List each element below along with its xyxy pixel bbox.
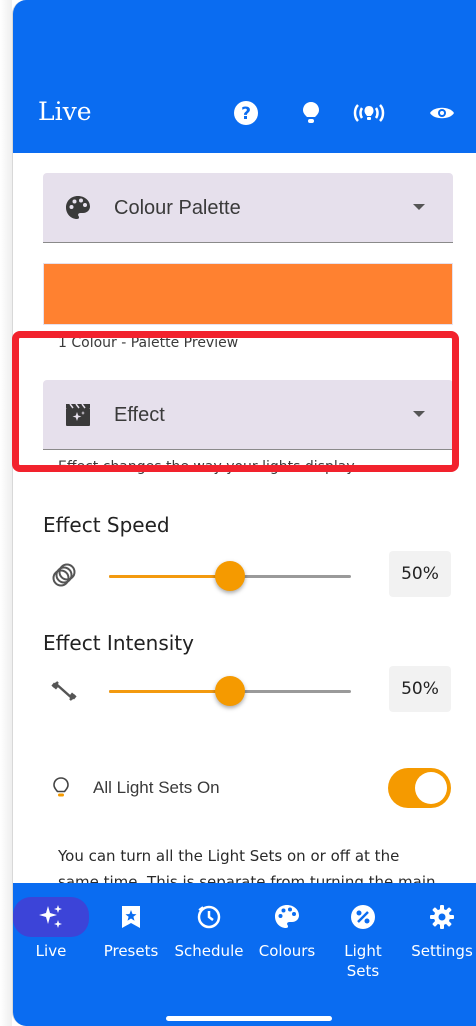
nav-label-presets: Presets <box>103 942 159 960</box>
home-indicator <box>166 1016 332 1021</box>
palette-preview-swatch <box>43 263 453 325</box>
nav-item-settings[interactable]: Settings <box>407 897 476 961</box>
nav-item-colours[interactable]: Colours <box>255 897 319 961</box>
nav-label-settings: Settings <box>411 942 473 960</box>
palette-icon <box>255 897 319 937</box>
app-header: Live ? <box>13 0 476 153</box>
bottom-nav: Live Presets Schedule Colours Light Sets… <box>13 883 476 1026</box>
all-light-sets-toggle[interactable] <box>388 768 451 808</box>
screen-edge <box>0 0 12 1026</box>
effect-intensity-row: 50% <box>43 666 453 716</box>
broadcast-icon[interactable] <box>349 98 389 128</box>
effect-intensity-thumb[interactable] <box>215 676 245 706</box>
effect-speed-slider[interactable] <box>109 561 351 591</box>
nav-label-schedule: Schedule <box>174 942 244 960</box>
nav-item-light-sets[interactable]: Light Sets <box>331 897 395 981</box>
help-icon[interactable]: ? <box>231 98 261 128</box>
effect-intensity-value: 50% <box>389 666 451 712</box>
sparkles-icon <box>13 897 89 937</box>
effect-speed-value: 50% <box>389 551 451 597</box>
nav-label-colours: Colours <box>258 942 316 960</box>
palette-icon <box>65 195 91 221</box>
bookmark-star-icon <box>99 897 163 937</box>
intensity-icon <box>51 678 77 704</box>
nav-item-schedule[interactable]: Schedule <box>171 897 247 961</box>
live-settings-panel: Colour Palette 1 Colour - Palette Previe… <box>13 153 476 891</box>
effect-intensity-fill <box>109 690 230 693</box>
nav-item-presets[interactable]: Presets <box>99 897 163 961</box>
effect-speed-title: Effect Speed <box>43 513 170 537</box>
bulb-outline-icon <box>51 776 71 804</box>
all-light-sets-label: All Light Sets On <box>93 778 220 797</box>
all-light-sets-row: All Light Sets On <box>43 763 453 813</box>
chevron-down-icon <box>413 204 425 210</box>
colour-palette-label: Colour Palette <box>114 197 241 219</box>
svg-text:?: ? <box>241 104 251 124</box>
light-sets-icon <box>331 897 395 937</box>
nav-label-light-sets: Light Sets <box>344 942 382 980</box>
effect-speed-thumb[interactable] <box>215 561 245 591</box>
bulb-icon[interactable] <box>296 98 326 128</box>
effect-intensity-slider[interactable] <box>109 676 351 706</box>
app-screen: Live ? Colour Palette 1 Colour - Palette… <box>12 0 476 1026</box>
colour-palette-select[interactable]: Colour Palette <box>43 173 453 243</box>
toggle-knob <box>415 772 447 804</box>
effect-speed-row: 50% <box>43 551 453 601</box>
page-title: Live <box>38 97 92 126</box>
highlight-box <box>12 331 459 472</box>
gear-icon <box>407 897 476 937</box>
speed-icon <box>51 563 77 589</box>
nav-item-live[interactable]: Live <box>13 897 89 961</box>
clock-icon <box>171 897 247 937</box>
effect-speed-fill <box>109 575 230 578</box>
eye-icon[interactable] <box>427 98 457 128</box>
effect-intensity-title: Effect Intensity <box>43 631 194 655</box>
nav-label-live: Live <box>35 942 67 960</box>
